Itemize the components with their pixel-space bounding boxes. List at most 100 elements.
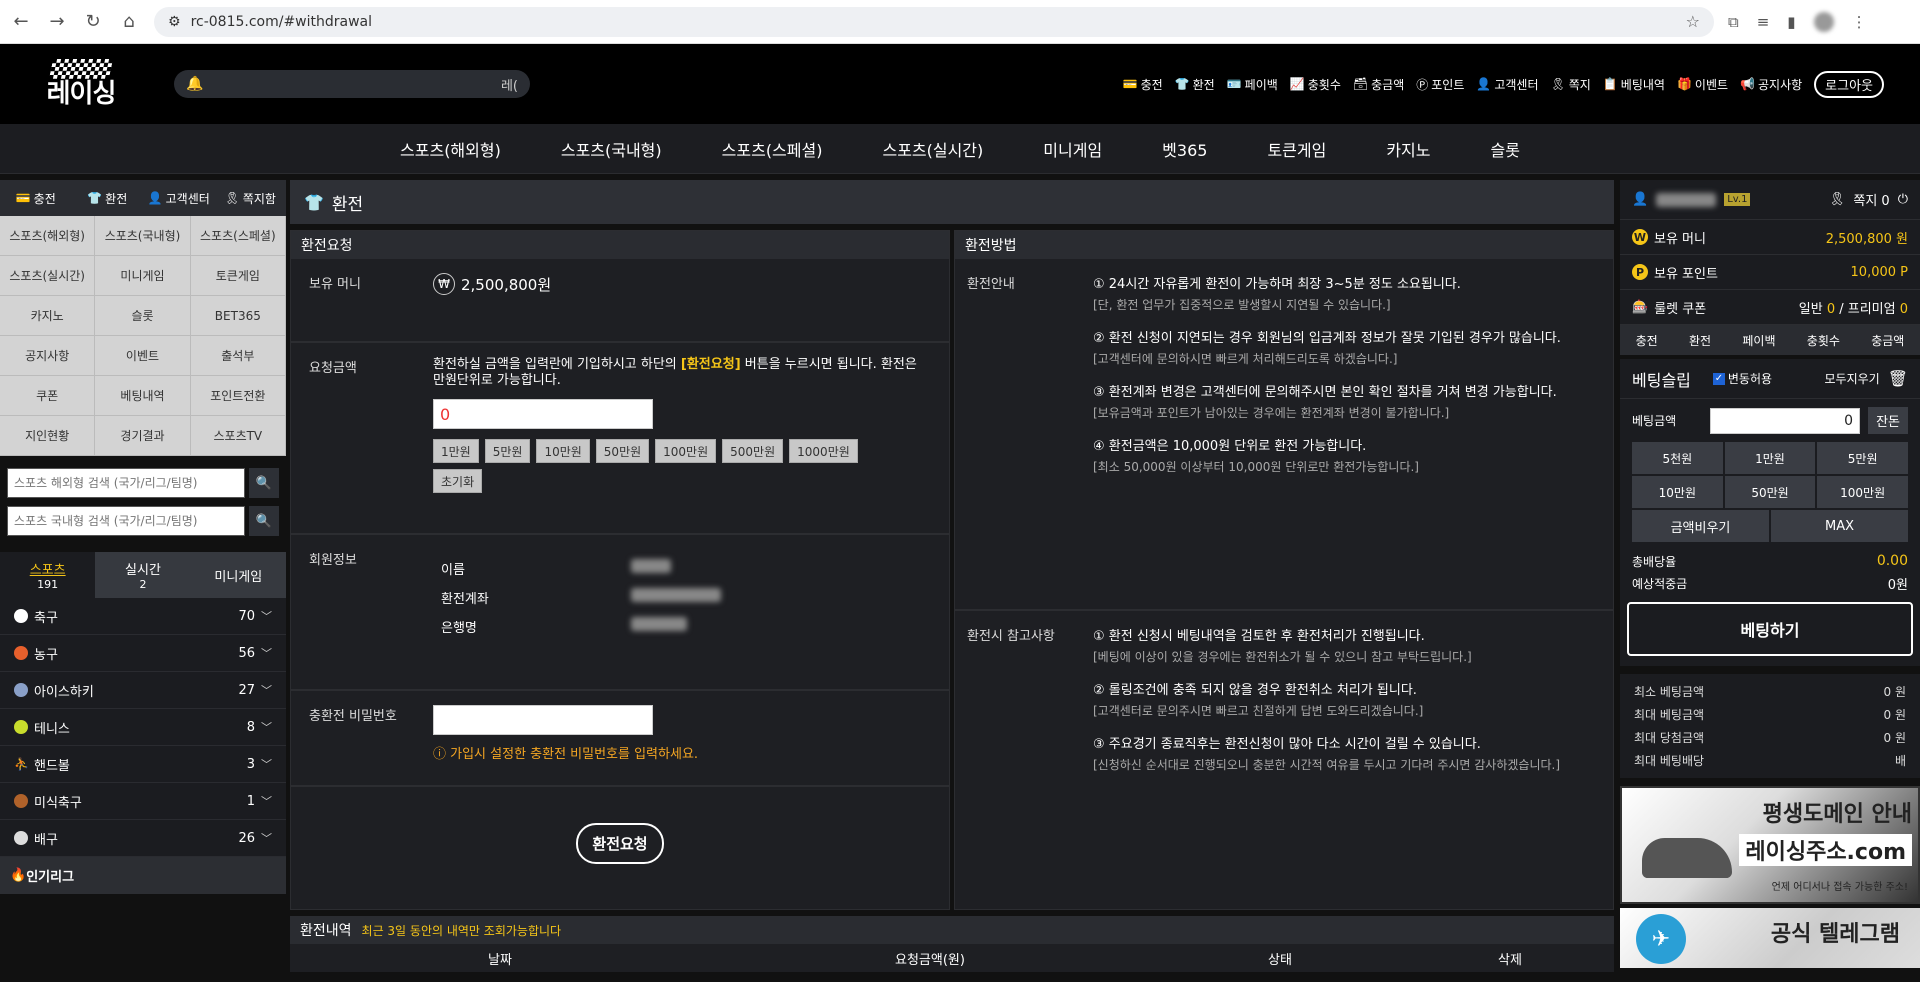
amount-input[interactable] (433, 399, 653, 429)
chip-button[interactable]: 1만원 (1724, 442, 1816, 474)
top-menu-charge[interactable]: 💳 충전 (1123, 76, 1163, 93)
sport-volleyball[interactable]: 배구 26 ﹀ (0, 820, 286, 857)
top-menu-bet-history[interactable]: 📋 베팅내역 (1603, 76, 1665, 93)
amount-button[interactable]: 10만원 (536, 439, 590, 463)
grid-item[interactable]: 토큰게임 (190, 256, 286, 296)
amount-button[interactable]: 1만원 (433, 439, 479, 463)
clear-all-button[interactable]: 모두지우기 (1824, 370, 1879, 387)
nav-slot[interactable]: 슬롯 (1491, 137, 1520, 161)
grid-item[interactable]: 미니게임 (95, 256, 191, 296)
right-tab-charge-count[interactable]: 충횟수 (1807, 332, 1840, 349)
chip-button[interactable]: 5천원 (1632, 442, 1723, 474)
grid-item[interactable]: 출석부 (190, 336, 286, 376)
nav-sports-live[interactable]: 스포츠(실시간) (882, 137, 983, 161)
search-overseas-input[interactable] (7, 468, 245, 498)
bookmark-star-icon[interactable]: ☆ (1686, 12, 1700, 31)
cat-tab-minigame[interactable]: 미니게임 (190, 552, 286, 598)
search-domestic-input[interactable] (7, 506, 245, 536)
top-menu-point[interactable]: Ⓟ 포인트 (1416, 76, 1464, 93)
left-tab-support[interactable]: 👤 고객센터 (143, 180, 215, 216)
home-icon[interactable]: ⌂ (118, 11, 140, 32)
allow-change-checkbox[interactable]: ✓ 변동허용 (1712, 370, 1772, 387)
top-menu-event[interactable]: 🎁 이벤트 (1677, 76, 1728, 93)
right-tab-withdraw[interactable]: 환전 (1689, 332, 1711, 349)
domain-banner[interactable]: 평생도메인 안내 레이싱주소.com 언제 어디서나 접속 가능한 주소! (1620, 786, 1920, 904)
grid-item[interactable]: 스포츠(해외형) (0, 216, 96, 256)
reload-icon[interactable]: ↻ (82, 11, 104, 32)
grid-item[interactable]: 베팅내역 (95, 376, 191, 416)
sport-tennis[interactable]: 테니스 8 ﹀ (0, 709, 286, 746)
chip-button[interactable]: 10만원 (1632, 476, 1723, 508)
nav-token-game[interactable]: 토큰게임 (1267, 137, 1326, 161)
withdraw-submit-button[interactable]: 환전요청 (576, 823, 664, 864)
cat-tab-sports[interactable]: 스포츠 191 (0, 552, 96, 598)
bet-amount-input[interactable] (1710, 407, 1861, 434)
grid-item[interactable]: 스포츠TV (190, 416, 286, 456)
right-tab-charge-amount[interactable]: 충금액 (1871, 332, 1904, 349)
profile-avatar[interactable] (1813, 11, 1834, 32)
trash-icon[interactable]: 🗑 (1888, 369, 1908, 388)
chip-button[interactable]: 5만원 (1817, 442, 1908, 474)
search-icon[interactable]: 🔍 (249, 506, 279, 536)
media-icon[interactable]: ≡ (1757, 13, 1770, 31)
top-menu-charge-count[interactable]: 📈 충횟수 (1290, 76, 1341, 93)
grid-item[interactable]: 슬롯 (95, 296, 191, 336)
telegram-banner[interactable]: ✈ 공식 텔레그램 (1620, 908, 1920, 968)
clear-amount-button[interactable]: 금액비우기 (1632, 510, 1769, 542)
left-tab-inbox[interactable]: 🎗 쪽지함 (215, 180, 287, 216)
grid-item[interactable]: 이벤트 (95, 336, 191, 376)
nav-bet365[interactable]: 벳365 (1162, 137, 1207, 161)
grid-item[interactable]: 스포츠(실시간) (0, 256, 96, 296)
top-menu-withdraw[interactable]: 👕 환전 (1175, 76, 1215, 93)
withdraw-password-input[interactable] (433, 705, 653, 735)
sport-icehockey[interactable]: 아이스하키 27 ﹀ (0, 672, 286, 709)
top-menu-support[interactable]: 👤 고객센터 (1476, 76, 1538, 93)
place-bet-button[interactable]: 베팅하기 (1627, 602, 1913, 656)
top-menu-message[interactable]: 🎗 쪽지 (1551, 76, 1591, 93)
search-icon[interactable]: 🔍 (249, 468, 279, 498)
sport-soccer[interactable]: 축구 70 ﹀ (0, 598, 286, 635)
grid-item[interactable]: 스포츠(스페셜) (190, 216, 286, 256)
power-icon[interactable]: ⏻ (1898, 192, 1908, 207)
message-count[interactable]: 쪽지 0 (1853, 190, 1889, 209)
nav-sports-domestic[interactable]: 스포츠(국내형) (561, 137, 662, 161)
grid-item[interactable]: 공지사항 (0, 336, 96, 376)
sport-american-football[interactable]: 미식축구 1 ﹀ (0, 783, 286, 820)
grid-item[interactable]: 지인현황 (0, 416, 96, 456)
chip-button[interactable]: 100만원 (1817, 476, 1908, 508)
grid-item[interactable]: 쿠폰 (0, 376, 96, 416)
max-button[interactable]: MAX (1771, 510, 1908, 542)
amount-button[interactable]: 50만원 (595, 439, 650, 463)
sidebar-icon[interactable]: ▮ (1787, 13, 1795, 31)
top-menu-charge-amount[interactable]: 🗃 충금액 (1353, 76, 1404, 93)
nav-sports-overseas[interactable]: 스포츠(해외형) (400, 137, 501, 161)
grid-item[interactable]: 포인트전환 (190, 376, 286, 416)
chip-button[interactable]: 50만원 (1724, 476, 1816, 508)
nav-minigame[interactable]: 미니게임 (1043, 137, 1102, 161)
amount-button[interactable]: 100만원 (655, 439, 717, 463)
extensions-icon[interactable]: ⧉ (1728, 13, 1739, 31)
top-menu-notice[interactable]: 📢 공지사항 (1740, 76, 1802, 93)
popular-league[interactable]: 🔥 인기리그 (0, 857, 286, 894)
nav-casino[interactable]: 카지노 (1386, 137, 1430, 161)
amount-button[interactable]: 500만원 (722, 439, 784, 463)
logout-button[interactable]: 로그아웃 (1814, 70, 1884, 98)
change-button[interactable]: 잔돈 (1868, 407, 1908, 434)
grid-item[interactable]: 카지노 (0, 296, 96, 336)
nav-sports-special[interactable]: 스포츠(스페셜) (722, 137, 823, 161)
grid-item[interactable]: 경기결과 (95, 416, 191, 456)
cat-tab-live[interactable]: 실시간 2 (95, 552, 191, 598)
right-tab-payback[interactable]: 페이백 (1742, 332, 1775, 349)
grid-item[interactable]: 스포츠(국내형) (95, 216, 191, 256)
right-tab-charge[interactable]: 충전 (1636, 332, 1658, 349)
amount-button[interactable]: 1000만원 (789, 439, 858, 463)
reset-button[interactable]: 초기화 (433, 469, 483, 493)
site-logo[interactable]: 레이싱 (36, 54, 126, 114)
menu-icon[interactable]: ⋮ (1852, 13, 1867, 31)
left-tab-charge[interactable]: 💳 충전 (0, 180, 72, 216)
sport-handball[interactable]: ⛹ 핸드볼 3 ﹀ (0, 746, 286, 783)
site-info-icon[interactable]: ⚙ (168, 14, 181, 30)
back-icon[interactable]: ← (10, 11, 32, 32)
left-tab-withdraw[interactable]: 👕 환전 (72, 180, 144, 216)
top-menu-payback[interactable]: 🪪 페이백 (1227, 76, 1278, 93)
